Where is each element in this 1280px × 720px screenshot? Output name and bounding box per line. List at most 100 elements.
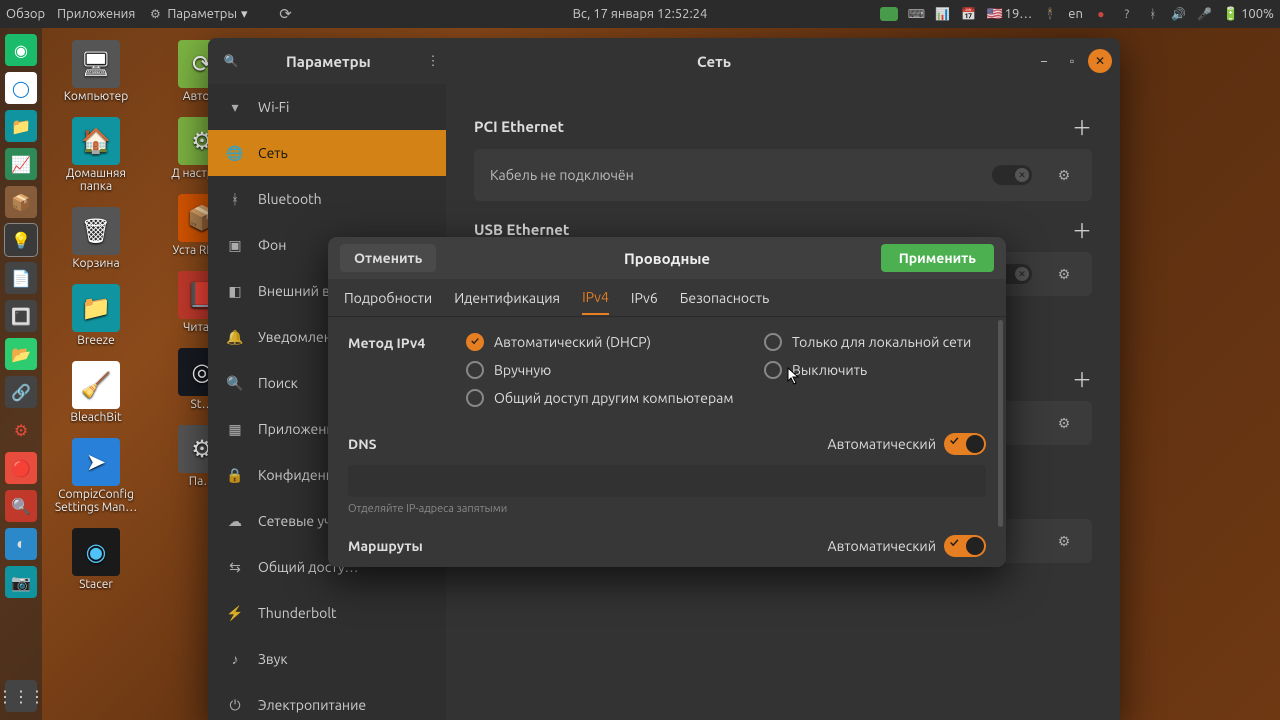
chat-icon[interactable] <box>880 7 898 21</box>
desktop-icon-computer[interactable]: 🖥Компьютер <box>50 40 142 103</box>
dialog-body: Метод IPv4 Автоматический (DHCP) Только … <box>328 317 1006 567</box>
parameters-label: Параметры <box>167 7 237 21</box>
usb-settings-button[interactable]: ⚙ <box>1052 262 1076 286</box>
bluetooth-icon[interactable]: ᚼ <box>1145 6 1161 22</box>
hamburger-button[interactable]: ⋮ <box>419 47 447 75</box>
tab-ipv4[interactable]: IPv4 <box>582 289 609 315</box>
refresh-icon[interactable]: ⟳ <box>278 6 294 22</box>
launcher-apps[interactable]: ⋮⋮⋮ <box>5 680 37 712</box>
launcher-item[interactable]: 📦 <box>5 186 37 218</box>
weather-tray[interactable]: 🇺🇸19… <box>986 7 1032 22</box>
desktop-icon-breeze[interactable]: 📁Breeze <box>50 284 142 347</box>
accessibility-icon[interactable]: 🕴 <box>1042 6 1058 22</box>
bell-icon: 🔔 <box>226 329 244 346</box>
pci-card: Кабель не подключён ⚙ <box>474 149 1092 201</box>
titlebar[interactable]: 🔍 Параметры ⋮ Сеть – ▫ ✕ <box>208 38 1120 84</box>
overview-btn[interactable]: Обзор <box>6 7 45 21</box>
launcher-item[interactable]: ⚙ <box>5 414 37 446</box>
window-title-center: Сеть <box>697 53 731 70</box>
desktop-icon-stacer[interactable]: ◉Stacer <box>50 528 142 591</box>
tab-identity[interactable]: Идентификация <box>454 290 560 306</box>
launcher-item[interactable]: 📄 <box>5 262 37 294</box>
tab-security[interactable]: Безопасность <box>680 290 770 306</box>
applications-btn[interactable]: Приложения <box>57 7 135 21</box>
clock[interactable]: Вс, 17 января 12:52:24 <box>573 7 708 21</box>
add-usb-button[interactable]: ＋ <box>1072 215 1092 244</box>
dialog-header[interactable]: Отменить Проводные Применить <box>328 237 1006 279</box>
tab-details[interactable]: Подробности <box>344 290 432 306</box>
parameters-menu[interactable]: ⚙ Параметры ▾ <box>147 6 247 22</box>
launcher-item[interactable]: 📈 <box>5 148 37 180</box>
launcher-item[interactable]: 🔗 <box>5 376 37 408</box>
dialog-tabs: Подробности Идентификация IPv4 IPv6 Безо… <box>328 279 1006 317</box>
top-left: Обзор Приложения ⚙ Параметры ▾ ⟳ <box>6 6 294 22</box>
dns-auto-label: Автоматический <box>828 436 936 452</box>
cable-status: Кабель не подключён <box>490 167 634 183</box>
sidebar-item-thunderbolt[interactable]: ⚡Thunderbolt <box>208 590 446 636</box>
radio-disable[interactable]: Выключить <box>764 361 971 379</box>
sidebar-item-sound[interactable]: ♪Звук <box>208 636 446 682</box>
calendar-icon[interactable]: 📅 <box>960 6 976 22</box>
close-button[interactable]: ✕ <box>1088 49 1112 73</box>
search-icon: 🔍 <box>226 375 244 392</box>
volume-icon[interactable]: 🔊 <box>1171 6 1187 22</box>
search-button[interactable]: 🔍 <box>208 38 254 84</box>
sidebar-item-power[interactable]: ⏻Электропитание <box>208 682 446 720</box>
wifi-icon: ▾ <box>226 99 244 116</box>
help-icon[interactable]: ? <box>1119 6 1135 22</box>
maximize-button[interactable]: ▫ <box>1060 49 1084 73</box>
globe-icon: 🌐 <box>226 145 244 162</box>
launcher-item[interactable]: ◉ <box>5 34 37 66</box>
cancel-button[interactable]: Отменить <box>340 244 436 272</box>
monitor-icon[interactable]: 📊 <box>934 6 950 22</box>
add-pci-button[interactable]: ＋ <box>1072 112 1092 141</box>
connection-settings-button[interactable]: ⚙ <box>1052 411 1076 435</box>
radio-icon <box>764 361 782 379</box>
cloud-icon: ☁ <box>226 513 244 530</box>
launcher-record[interactable]: 📷 <box>5 566 37 598</box>
launcher-item[interactable]: 🔳 <box>5 300 37 332</box>
dns-auto-toggle[interactable]: ✓ <box>944 433 986 455</box>
mic-icon[interactable]: 🎤 <box>1197 6 1213 22</box>
launcher-item[interactable]: ◐ <box>5 528 37 560</box>
scrollbar[interactable] <box>998 320 1003 527</box>
desktop-icon-bleachbit[interactable]: 🧹BleachBit <box>50 361 142 424</box>
radio-icon <box>466 361 484 379</box>
keyboard-icon[interactable]: ⌨ <box>908 6 924 22</box>
sidebar-item-wifi[interactable]: ▾Wi-Fi <box>208 84 446 130</box>
launcher-item[interactable]: 📂 <box>5 338 37 370</box>
dns-label: DNS <box>348 436 377 452</box>
launcher-files[interactable]: 📁 <box>5 110 37 142</box>
desktop-icon-trash[interactable]: 🗑Корзина <box>50 207 142 270</box>
pci-settings-button[interactable]: ⚙ <box>1052 163 1076 187</box>
launcher-settings[interactable]: 💡 <box>5 224 37 256</box>
desktop-icon-compiz[interactable]: ➤CompizConfig Settings Man… <box>50 438 142 514</box>
radio-dhcp[interactable]: Автоматический (DHCP) <box>466 333 756 351</box>
launcher-item[interactable]: 🔍 <box>5 490 37 522</box>
sidebar-item-bluetooth[interactable]: ᚼBluetooth <box>208 176 446 222</box>
battery-tray[interactable]: 🔋100% <box>1223 7 1274 22</box>
dns-input[interactable] <box>348 465 986 497</box>
sound-icon: ♪ <box>226 651 244 667</box>
pci-toggle[interactable] <box>992 165 1032 185</box>
usb-ethernet-header: USB Ethernet <box>474 221 569 238</box>
launcher-item[interactable]: 🔴 <box>5 452 37 484</box>
pci-ethernet-header: PCI Ethernet <box>474 118 564 135</box>
radio-icon <box>466 389 484 407</box>
apply-button[interactable]: Применить <box>881 244 994 272</box>
tab-ipv6[interactable]: IPv6 <box>631 290 658 306</box>
launcher-item[interactable]: ◯ <box>5 72 37 104</box>
thunderbolt-icon: ⚡ <box>226 605 244 622</box>
record-icon[interactable]: ● <box>1093 6 1109 22</box>
connection-settings-button[interactable]: ⚙ <box>1052 529 1076 553</box>
sidebar-item-network[interactable]: 🌐Сеть <box>208 130 446 176</box>
radio-shared[interactable]: Общий доступ другим компьютерам <box>466 389 971 407</box>
minimize-button[interactable]: – <box>1032 49 1056 73</box>
routes-auto-toggle[interactable]: ✓ <box>944 535 986 557</box>
lang-indicator[interactable]: en <box>1068 7 1083 21</box>
radio-local[interactable]: Только для локальной сети <box>764 333 971 351</box>
add-connection-button[interactable]: ＋ <box>1072 364 1092 393</box>
desktop-icon-home[interactable]: 🏠Домашняя папка <box>50 117 142 193</box>
radio-icon <box>764 333 782 351</box>
radio-manual[interactable]: Вручную <box>466 361 756 379</box>
